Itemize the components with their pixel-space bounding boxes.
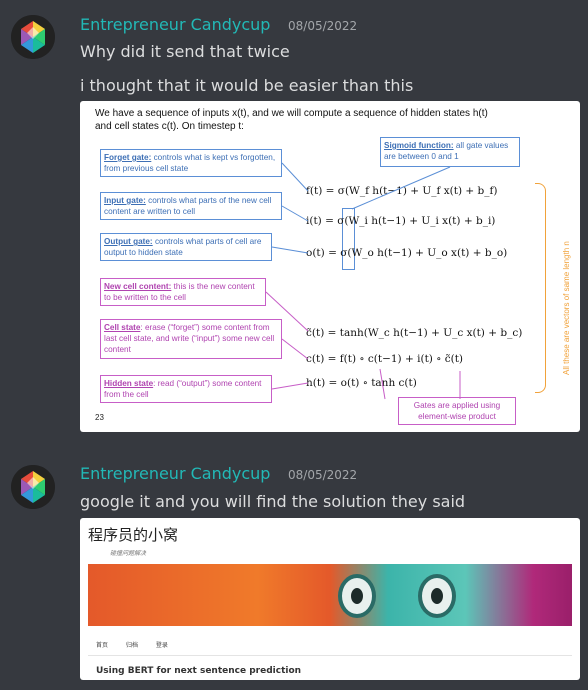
arrow-cellstate (281, 338, 309, 360)
blog-title: 程序员的小窝 (88, 526, 179, 544)
timestamp: 08/05/2022 (288, 468, 358, 482)
faceted-gem-icon (11, 465, 55, 509)
eye-graphic (418, 574, 456, 618)
user-avatar[interactable] (11, 15, 55, 59)
arrow-input (281, 205, 309, 222)
blog-nav: 首页 归档 登录 (96, 640, 184, 649)
username[interactable]: Entrepreneur Candycup (80, 464, 270, 483)
blog-screenshot: 程序员的小窝 碰撞问题解决 首页 归档 登录 Using BERT for ne… (80, 518, 580, 680)
arrow-sigmoid (351, 166, 451, 210)
orange-brace (535, 183, 546, 393)
arrow-newcell (265, 291, 309, 332)
image-attachment-lstm-slide[interactable]: We have a sequence of inputs x(t), and w… (80, 101, 580, 432)
gates-applied-box: Gates are applied using element-wise pro… (398, 397, 516, 425)
message-1: Entrepreneur Candycup 08/05/2022 Why did… (0, 0, 588, 440)
user-avatar[interactable] (11, 465, 55, 509)
arrow-gates-1 (379, 368, 386, 400)
nav-home[interactable]: 首页 (96, 642, 108, 649)
message-text: Why did it send that twice (80, 42, 290, 61)
nav-archive[interactable]: 归档 (126, 642, 138, 649)
username[interactable]: Entrepreneur Candycup (80, 15, 270, 34)
image-attachment-blog[interactable]: 程序员的小窝 碰撞问题解决 首页 归档 登录 Using BERT for ne… (80, 518, 580, 680)
post-title: Using BERT for next sentence prediction (96, 666, 302, 676)
vertical-note: All these are vectors of same length n (562, 241, 571, 375)
blog-banner (88, 564, 572, 626)
timestamp: 08/05/2022 (288, 19, 358, 33)
blog-subtitle: 碰撞问题解决 (110, 550, 147, 557)
arrow-hidden (271, 382, 309, 390)
message-text: i thought that it would be easier than t… (80, 76, 414, 95)
faceted-gem-icon (11, 15, 55, 59)
arrow-output (271, 246, 309, 254)
connector-arrows (265, 162, 461, 400)
arrow-forget (281, 162, 309, 192)
divider (88, 655, 572, 656)
slide-page-number: 23 (95, 413, 104, 422)
lstm-slide: We have a sequence of inputs x(t), and w… (80, 101, 580, 432)
message-text: google it and you will find the solution… (80, 492, 466, 511)
message-2: Entrepreneur Candycup 08/05/2022 google … (0, 455, 588, 690)
nav-login[interactable]: 登录 (156, 642, 168, 649)
eye-graphic (338, 574, 376, 618)
